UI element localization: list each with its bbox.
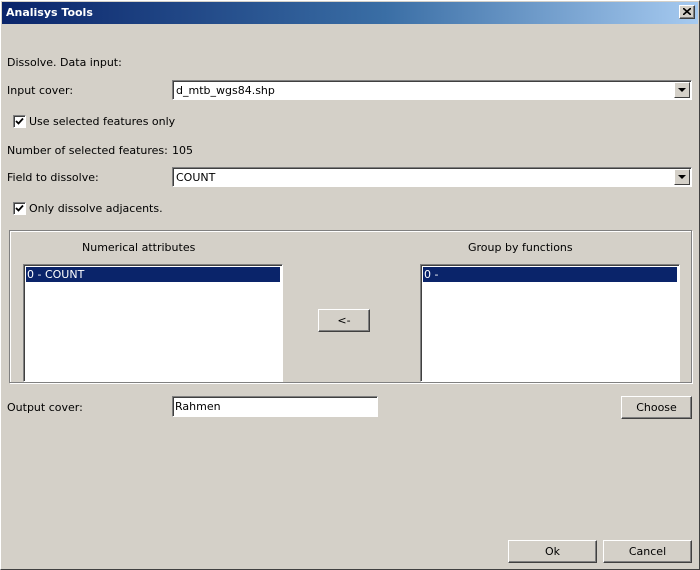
checkmark-icon	[15, 117, 24, 125]
move-left-button[interactable]: <-	[318, 309, 370, 332]
input-cover-select[interactable]: d_mtb_wgs84.shp	[172, 80, 692, 100]
section-label: Dissolve. Data input:	[7, 56, 122, 69]
title-bar[interactable]: Analisys Tools	[2, 2, 698, 24]
output-cover-label: Output cover:	[7, 401, 83, 414]
use-selected-checkbox[interactable]	[13, 115, 26, 128]
only-adjacents-checkbox[interactable]	[13, 202, 26, 215]
cancel-button[interactable]: Cancel	[603, 540, 692, 563]
close-button[interactable]	[679, 5, 695, 19]
dialog-window: Analisys Tools Dissolve. Data input: Inp…	[0, 0, 700, 570]
only-adjacents-label[interactable]: Only dissolve adjacents.	[29, 202, 163, 215]
list-item[interactable]: 0 - COUNT	[26, 267, 280, 282]
field-dissolve-label: Field to dissolve:	[7, 171, 99, 184]
input-cover-value: d_mtb_wgs84.shp	[176, 84, 275, 97]
field-dissolve-value: COUNT	[176, 171, 216, 184]
chevron-down-icon[interactable]	[674, 169, 690, 185]
use-selected-label[interactable]: Use selected features only	[29, 115, 175, 128]
group-functions-header: Group by functions	[468, 241, 573, 254]
output-cover-input[interactable]	[175, 399, 371, 414]
group-functions-list[interactable]: 0 -	[420, 264, 680, 382]
choose-button[interactable]: Choose	[621, 396, 692, 419]
num-selected-label: Number of selected features:	[7, 144, 168, 157]
output-cover-field[interactable]	[172, 396, 378, 417]
numerical-attributes-list[interactable]: 0 - COUNT	[23, 264, 283, 382]
close-icon	[683, 8, 691, 15]
window-title: Analisys Tools	[6, 6, 93, 19]
numerical-attributes-header: Numerical attributes	[82, 241, 196, 254]
num-selected-value: 105	[172, 144, 193, 157]
input-cover-label: Input cover:	[7, 84, 74, 97]
ok-button[interactable]: Ok	[508, 540, 597, 563]
list-item[interactable]: 0 -	[423, 267, 677, 282]
field-dissolve-select[interactable]: COUNT	[172, 167, 692, 187]
chevron-down-icon[interactable]	[674, 82, 690, 98]
checkmark-icon	[15, 204, 24, 212]
